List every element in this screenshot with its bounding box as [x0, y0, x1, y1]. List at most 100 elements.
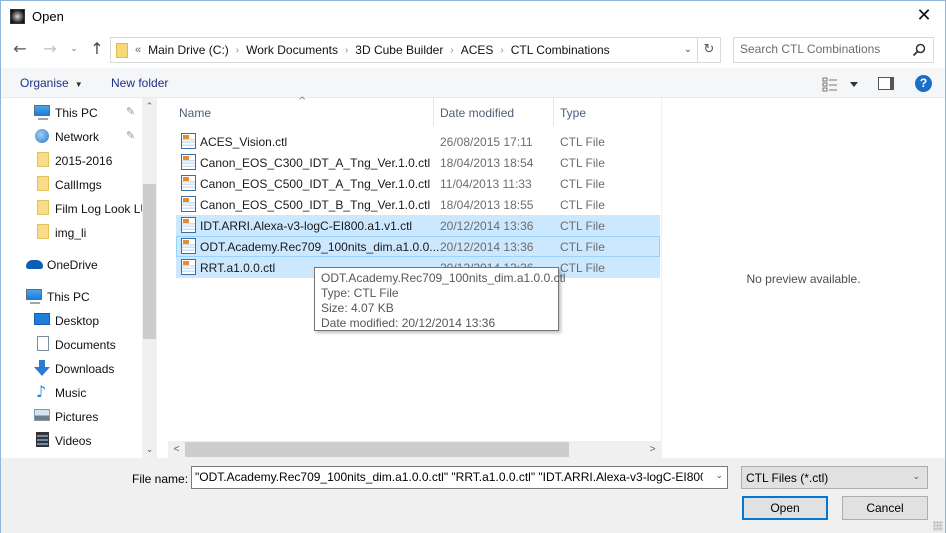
file-list-horizontal-scrollbar[interactable]: < > — [168, 441, 661, 458]
pin-icon[interactable]: ✎ — [126, 105, 135, 118]
file-type-select[interactable]: CTL Files (*.ctl) ⌄ — [741, 466, 928, 489]
sidebar-item-this-pc-quick[interactable]: This PC ✎ — [1, 101, 141, 123]
sidebar-item-label: This PC — [47, 290, 90, 304]
help-icon[interactable]: ? — [915, 75, 932, 92]
search-icon[interactable] — [912, 43, 926, 57]
sidebar-item-label: Desktop — [55, 314, 100, 328]
breadcrumb-aces[interactable]: ACES — [461, 43, 494, 57]
preview-pane-icon[interactable] — [878, 77, 894, 90]
chevron-down-icon[interactable]: ⌄ — [715, 470, 723, 481]
breadcrumb-3d-cube-builder[interactable]: 3D Cube Builder — [355, 43, 443, 57]
file-row[interactable]: Canon_EOS_C500_IDT_B_Tng_Ver.1.0.ctl 18/… — [176, 194, 660, 215]
column-header-type[interactable]: Type — [554, 98, 661, 126]
sidebar-item-img-li[interactable]: img_li — [1, 221, 141, 243]
file-date: 20/12/2014 13:36 — [440, 240, 534, 254]
tooltip-file-name: ODT.Academy.Rec709_100nits_dim.a1.0.0.ct… — [321, 271, 566, 285]
folder-icon — [37, 152, 49, 167]
app-icon — [10, 9, 25, 24]
sidebar-item-label: Downloads — [55, 362, 115, 376]
breadcrumb-main-drive[interactable]: Main Drive (C:) — [148, 43, 229, 57]
file-date: 11/04/2013 11:33 — [440, 177, 532, 191]
resize-grip-icon[interactable] — [933, 521, 943, 531]
preview-message: No preview available. — [746, 272, 861, 286]
scroll-up-icon[interactable]: ⌃ — [142, 98, 157, 115]
file-type-value: CTL Files (*.ctl) — [746, 471, 829, 485]
search-input[interactable] — [740, 42, 910, 56]
ctl-file-icon — [181, 175, 196, 191]
open-button[interactable]: Open — [742, 496, 828, 520]
back-button[interactable]: ← — [10, 39, 30, 59]
file-name: ACES_Vision.ctl — [200, 135, 288, 149]
up-button[interactable]: ↑ — [87, 39, 107, 59]
ctl-file-icon — [181, 238, 196, 254]
file-name-input[interactable] — [195, 470, 703, 484]
column-header-name[interactable]: ^ Name — [168, 96, 434, 126]
dialog-footer: File name: ⌄ CTL Files (*.ctl) ⌄ Open Ca… — [1, 458, 945, 533]
sidebar-item-videos[interactable]: Videos — [1, 429, 141, 451]
file-row-selected[interactable]: IDT.ARRI.Alexa-v3-logC-EI800.a1.v1.ctl 2… — [176, 215, 660, 236]
breadcrumb-work-documents[interactable]: Work Documents — [246, 43, 338, 57]
breadcrumb-separator-icon[interactable]: › — [450, 45, 453, 56]
scroll-down-icon[interactable]: ⌄ — [142, 441, 157, 458]
file-name: Canon_EOS_C300_IDT_A_Tng_Ver.1.0.ctl — [200, 156, 431, 170]
breadcrumb-overflow[interactable]: « — [135, 44, 141, 56]
sidebar-item-downloads[interactable]: Downloads — [1, 357, 141, 379]
address-dropdown-icon[interactable]: ⌄ — [680, 42, 696, 58]
refresh-button[interactable]: ↻ — [697, 38, 720, 62]
ctl-file-icon — [181, 259, 196, 275]
sidebar-item-label: Network — [55, 130, 100, 144]
file-date: 18/04/2013 18:55 — [440, 198, 534, 212]
caret-down-icon: ▼ — [74, 80, 83, 89]
folder-icon — [37, 200, 49, 215]
scroll-left-icon[interactable]: < — [168, 441, 185, 458]
forward-button[interactable]: → — [40, 39, 60, 59]
change-view-icon[interactable] — [821, 76, 861, 92]
file-row[interactable]: ACES_Vision.ctl 26/08/2015 17:11 CTL Fil… — [176, 131, 660, 152]
sidebar-item-callimgs[interactable]: CallImgs — [1, 173, 141, 195]
file-row-focused[interactable]: ODT.Academy.Rec709_100nits_dim.a1.0.0...… — [176, 236, 660, 257]
organise-menu[interactable]: Organise ▼ — [20, 76, 83, 90]
column-header-date-modified[interactable]: Date modified — [434, 98, 554, 126]
organise-label: Organise — [20, 76, 69, 90]
column-header-label: Type — [560, 106, 587, 120]
sidebar-item-2015-2016[interactable]: 2015-2016 — [1, 149, 141, 171]
address-bar[interactable]: « Main Drive (C:) › Work Documents › 3D … — [110, 37, 721, 63]
documents-icon — [37, 336, 49, 351]
sidebar-scrollbar[interactable]: ⌃ ⌄ — [142, 98, 157, 458]
breadcrumb-separator-icon[interactable]: › — [345, 45, 348, 56]
sidebar-item-label: Film Log Look LU — [55, 202, 150, 216]
file-row[interactable]: Canon_EOS_C300_IDT_A_Tng_Ver.1.0.ctl 18/… — [176, 152, 660, 173]
scroll-right-icon[interactable]: > — [644, 441, 661, 458]
breadcrumb: « Main Drive (C:) › Work Documents › 3D … — [135, 43, 610, 57]
cancel-button[interactable]: Cancel — [842, 496, 928, 520]
sidebar-item-pictures[interactable]: Pictures — [1, 405, 141, 427]
file-row[interactable]: Canon_EOS_C500_IDT_A_Tng_Ver.1.0.ctl 11/… — [176, 173, 660, 194]
recent-locations-button[interactable]: ⌄ — [64, 39, 84, 59]
sidebar-item-documents[interactable]: Documents — [1, 333, 141, 355]
command-bar: Organise ▼ New folder ? — [1, 68, 945, 98]
sidebar-item-film-log-look[interactable]: Film Log Look LU — [1, 197, 149, 219]
sidebar-item-this-pc[interactable]: This PC — [1, 285, 141, 307]
sort-ascending-icon: ^ — [298, 96, 307, 107]
sidebar-item-music[interactable]: ♪ Music — [1, 381, 141, 403]
scrollbar-thumb[interactable] — [185, 442, 569, 457]
pictures-icon — [34, 409, 50, 421]
file-date: 20/12/2014 13:36 — [440, 219, 534, 233]
ctl-file-icon — [181, 133, 196, 149]
breadcrumb-separator-icon[interactable]: › — [500, 45, 503, 56]
close-button[interactable]: ✕ — [909, 3, 939, 29]
tooltip-file-size: Size: 4.07 KB — [321, 301, 394, 315]
new-folder-button[interactable]: New folder — [111, 76, 168, 90]
pin-icon[interactable]: ✎ — [126, 129, 135, 142]
sidebar-item-label: This PC — [55, 106, 98, 120]
sidebar-item-label: img_li — [55, 226, 87, 240]
sidebar-item-network-quick[interactable]: Network ✎ — [1, 125, 141, 147]
breadcrumb-ctl-combinations[interactable]: CTL Combinations — [511, 43, 610, 57]
title-bar: Open ✕ — [1, 1, 945, 32]
scrollbar-thumb[interactable] — [143, 184, 156, 339]
breadcrumb-separator-icon[interactable]: › — [236, 45, 239, 56]
sidebar-item-desktop[interactable]: Desktop — [1, 309, 141, 331]
sidebar-item-onedrive[interactable]: OneDrive — [1, 253, 141, 275]
file-type: CTL File — [560, 240, 605, 254]
file-name: IDT.ARRI.Alexa-v3-logC-EI800.a1.v1.ctl — [200, 219, 413, 233]
